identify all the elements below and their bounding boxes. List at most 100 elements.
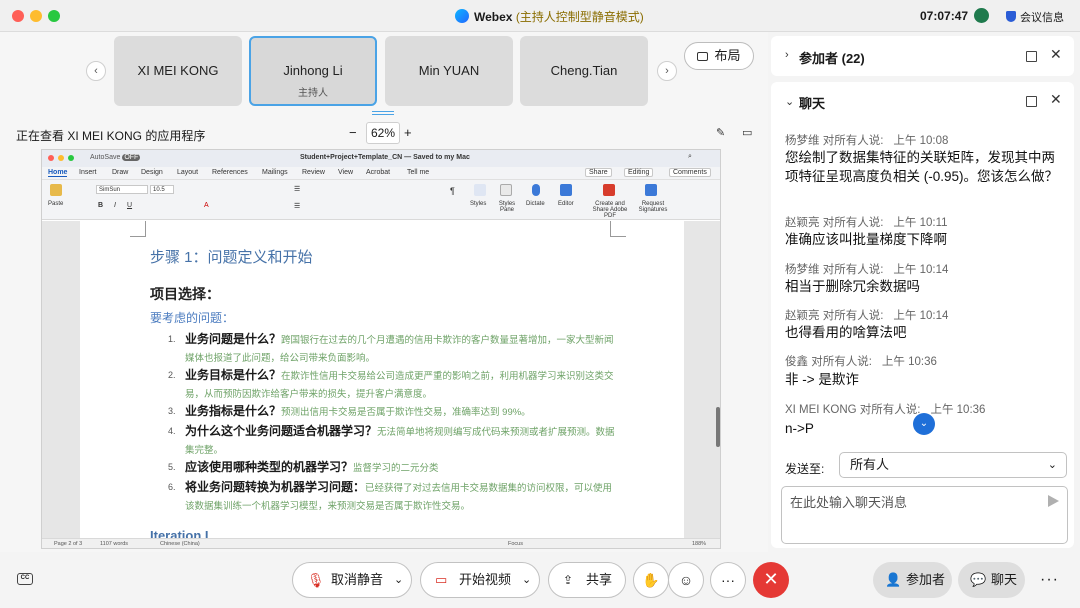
word-tab-insert[interactable]: Insert xyxy=(79,169,97,176)
zoom-in-button[interactable]: + xyxy=(404,125,412,140)
minimize-window-button[interactable] xyxy=(30,10,42,22)
editor-label: Editor xyxy=(558,201,574,207)
word-share-button[interactable]: Share xyxy=(585,168,612,177)
word-filename: Student+Project+Template_CN — Saved to m… xyxy=(300,154,470,161)
meeting-mode: (主持人控制型静音模式) xyxy=(515,10,644,24)
word-tab-review[interactable]: Review xyxy=(302,169,325,176)
list-body: 为什么这个业务问题适合机器学习？无法简单地将规则编写成代码来预测或者扩展预测。数… xyxy=(185,423,618,459)
microphone-icon[interactable] xyxy=(532,184,540,196)
paragraph-mark-icon[interactable]: ¶ xyxy=(450,186,455,196)
word-canvas: 步骤 1：问题定义和开始 项目选择： 要考虑的问题： 1. 业务问题是什么？跨国… xyxy=(42,221,720,543)
end-call-button[interactable]: ✕ xyxy=(753,562,789,598)
word-tab-design[interactable]: Design xyxy=(141,169,163,176)
underline-button[interactable]: U xyxy=(127,202,132,209)
italic-button[interactable]: I xyxy=(114,202,116,209)
word-tab-references[interactable]: References xyxy=(212,169,248,176)
close-window-button[interactable] xyxy=(12,10,24,22)
share-button[interactable]: ⇪ 共享 xyxy=(548,562,626,598)
close-icon[interactable]: ✕ xyxy=(1050,91,1062,108)
scroll-to-bottom-button[interactable]: ⌄ xyxy=(913,413,935,435)
more-icon[interactable]: ··· xyxy=(1040,571,1059,589)
annotate-icon[interactable]: ✎ xyxy=(716,126,730,139)
start-video-button[interactable]: ▭ 开始视频 ⌄ xyxy=(420,562,540,598)
participant-tile-active[interactable]: Jinhong Li 主持人 xyxy=(249,36,377,106)
editor-icon[interactable] xyxy=(560,184,572,196)
word-tab-acrobat[interactable]: Acrobat xyxy=(366,169,390,176)
meeting-info-button[interactable]: 会议信息 xyxy=(1006,9,1064,25)
chevron-right-icon[interactable]: › xyxy=(785,49,789,61)
participant-tile[interactable]: XI MEI KONG xyxy=(114,36,242,106)
send-icon[interactable] xyxy=(1048,495,1059,507)
word-tell-me[interactable]: Tell me xyxy=(407,169,429,176)
word-tab-layout[interactable]: Layout xyxy=(177,169,198,176)
styles-pane-icon[interactable] xyxy=(500,184,512,196)
closed-captions-button[interactable]: CC xyxy=(17,573,33,585)
list-body: 将业务问题转换为机器学习问题：已经获得了对过去信用卡交易数据集的访问权限，可以使… xyxy=(185,479,618,515)
participant-tile[interactable]: Cheng.Tian xyxy=(520,36,648,106)
chat-panel: ⌄ 聊天 ✕ 杨梦维 对所有人说: 上午 10:08 您绘制了数据集特征的关联矩阵… xyxy=(771,82,1074,548)
word-tab-draw[interactable]: Draw xyxy=(112,169,128,176)
chat-toggle-button[interactable]: 💬 聊天 xyxy=(958,562,1025,598)
zoom-window-button[interactable] xyxy=(48,10,60,22)
person-icon: 👤 xyxy=(885,572,902,587)
close-icon[interactable]: ✕ xyxy=(1050,46,1062,63)
chevron-down-icon[interactable]: ⌄ xyxy=(522,563,531,597)
word-search-icon[interactable]: ⌕ xyxy=(688,153,692,161)
popout-icon[interactable] xyxy=(1026,51,1037,62)
list-question: 业务问题是什么？ xyxy=(185,332,282,346)
unmute-button[interactable]: 🎙 取消静音 ⌄ xyxy=(292,562,412,598)
reactions-button[interactable]: ☺ xyxy=(668,562,704,598)
layout-button[interactable]: 布局 xyxy=(684,42,754,70)
word-tab-home[interactable]: Home xyxy=(48,169,68,177)
chat-input[interactable]: 在此处输入聊天消息 xyxy=(781,486,1068,544)
list-question: 业务目标是什么？ xyxy=(185,368,282,382)
microphone-muted-icon: 🎙 xyxy=(307,572,325,588)
participant-tile[interactable]: Min YUAN xyxy=(385,36,513,106)
remote-control-icon[interactable]: ▭ xyxy=(742,126,756,139)
raise-hand-button[interactable]: ✋ xyxy=(633,562,669,598)
font-size-field[interactable]: 10.5 xyxy=(150,185,174,194)
send-to-select[interactable]: 所有人 ⌄ xyxy=(839,452,1067,478)
list-question: 应该使用哪种类型的机器学习？ xyxy=(185,460,354,474)
font-color-button[interactable]: A xyxy=(204,202,209,209)
chevron-down-icon[interactable]: ⌄ xyxy=(394,563,403,597)
styles-label: Styles xyxy=(470,201,487,207)
viewing-label: 正在查看 XI MEI KONG 的应用程序 xyxy=(16,129,206,143)
bullets-button[interactable]: ☰ xyxy=(294,185,300,193)
chevron-down-icon[interactable]: ⌄ xyxy=(785,95,794,108)
chat-message-meta: 杨梦维 对所有人说: 上午 10:14 xyxy=(785,264,949,276)
layout-icon xyxy=(697,52,709,61)
word-page[interactable]: 步骤 1：问题定义和开始 项目选择： 要考虑的问题： 1. 业务问题是什么？跨国… xyxy=(80,221,684,543)
word-comments-button[interactable]: Comments xyxy=(669,168,711,177)
popout-icon[interactable] xyxy=(1026,96,1037,107)
status-language: Chinese (China) xyxy=(160,541,200,547)
prev-participants-button[interactable]: ‹ xyxy=(86,61,106,81)
more-options-button[interactable]: ··· xyxy=(710,562,746,598)
word-scrollbar[interactable] xyxy=(716,407,720,447)
signature-icon[interactable] xyxy=(645,184,657,196)
doc-list-item: 4. 为什么这个业务问题适合机器学习？无法简单地将规则编写成代码来预测或者扩展预… xyxy=(168,423,618,459)
list-body: 业务问题是什么？跨国银行在过去的几个月遭遇的信用卡欺诈的客户数量显著增加，一家大… xyxy=(185,331,618,367)
word-title-bar: AutoSave OFF Student+Project+Template_CN… xyxy=(42,150,720,167)
participants-toggle-button[interactable]: 👤 参加者 xyxy=(873,562,952,598)
zoom-level-field[interactable]: 62% xyxy=(366,122,400,144)
word-tab-mailings[interactable]: Mailings xyxy=(262,169,288,176)
drag-handle-icon[interactable] xyxy=(372,111,394,115)
align-left-button[interactable]: ☰ xyxy=(294,202,300,210)
bold-button[interactable]: B xyxy=(98,202,103,209)
list-question: 业务指标是什么？ xyxy=(185,404,282,418)
doc-heading-3: 要考虑的问题： xyxy=(150,311,235,325)
zoom-out-button[interactable]: − xyxy=(349,125,357,140)
participants-panel[interactable]: › 参加者 (22) ✕ xyxy=(771,36,1074,76)
font-name-field[interactable]: SimSun xyxy=(96,185,148,194)
pdf-icon[interactable] xyxy=(603,184,615,196)
styles-icon[interactable] xyxy=(474,184,486,196)
focus-button[interactable]: Focus xyxy=(508,541,523,547)
next-participants-button[interactable]: › xyxy=(657,61,677,81)
paste-icon[interactable] xyxy=(50,184,62,196)
word-editing-button[interactable]: Editing xyxy=(624,168,654,177)
status-words: 1107 words xyxy=(100,541,129,547)
crop-mark xyxy=(610,221,626,237)
word-tab-view[interactable]: View xyxy=(338,169,353,176)
network-signal-icon[interactable] xyxy=(974,8,989,23)
